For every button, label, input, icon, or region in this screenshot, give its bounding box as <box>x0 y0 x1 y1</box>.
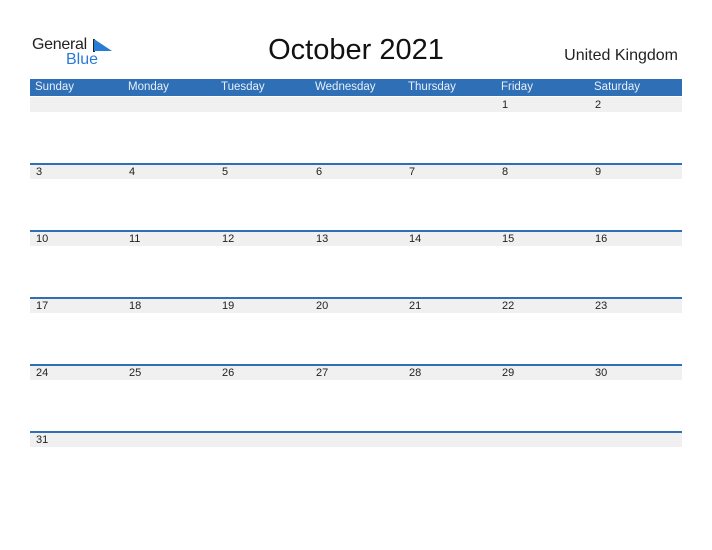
date-band <box>30 432 682 447</box>
day-cell: 1 <box>502 99 509 111</box>
day-cell: 27 <box>316 367 329 379</box>
week-divider <box>30 230 682 232</box>
weekday-sunday: Sunday <box>35 81 75 93</box>
day-cell: 3 <box>36 166 43 178</box>
day-cell: 17 <box>36 300 49 312</box>
week-divider <box>30 297 682 299</box>
day-cell: 7 <box>409 166 416 178</box>
day-cell: 28 <box>409 367 422 379</box>
weekday-friday: Friday <box>501 81 533 93</box>
day-cell: 13 <box>316 233 329 245</box>
date-band <box>30 298 682 313</box>
weekday-header: Sunday Monday Tuesday Wednesday Thursday Frid… <box>30 79 682 96</box>
weekday-wednesday: Wednesday <box>315 81 376 93</box>
week-divider <box>30 163 682 165</box>
country-label: United Kingdom <box>564 47 678 64</box>
day-cell: 2 <box>595 99 602 111</box>
day-cell: 21 <box>409 300 422 312</box>
day-cell: 12 <box>222 233 235 245</box>
day-cell: 9 <box>595 166 602 178</box>
day-cell: 29 <box>502 367 515 379</box>
week-divider <box>30 364 682 366</box>
date-band <box>30 97 682 112</box>
day-cell: 19 <box>222 300 235 312</box>
day-cell: 4 <box>129 166 136 178</box>
weekday-thursday: Thursday <box>408 81 456 93</box>
day-cell: 24 <box>36 367 49 379</box>
day-cell: 6 <box>316 166 323 178</box>
day-cell: 5 <box>222 166 229 178</box>
date-band <box>30 231 682 246</box>
day-cell: 23 <box>595 300 608 312</box>
day-cell: 20 <box>316 300 329 312</box>
day-cell: 15 <box>502 233 515 245</box>
day-cell: 11 <box>129 233 141 245</box>
date-band <box>30 365 682 380</box>
day-cell: 18 <box>129 300 142 312</box>
day-cell: 22 <box>502 300 515 312</box>
day-cell: 16 <box>595 233 608 245</box>
weekday-saturday: Saturday <box>594 81 641 93</box>
day-cell: 30 <box>595 367 608 379</box>
weekday-monday: Monday <box>128 81 169 93</box>
day-cell: 31 <box>36 434 49 446</box>
day-cell: 25 <box>129 367 142 379</box>
day-cell: 8 <box>502 166 509 178</box>
weekday-tuesday: Tuesday <box>221 81 265 93</box>
date-band <box>30 164 682 179</box>
day-cell: 14 <box>409 233 422 245</box>
week-divider <box>30 431 682 433</box>
day-cell: 10 <box>36 233 49 245</box>
day-cell: 26 <box>222 367 235 379</box>
